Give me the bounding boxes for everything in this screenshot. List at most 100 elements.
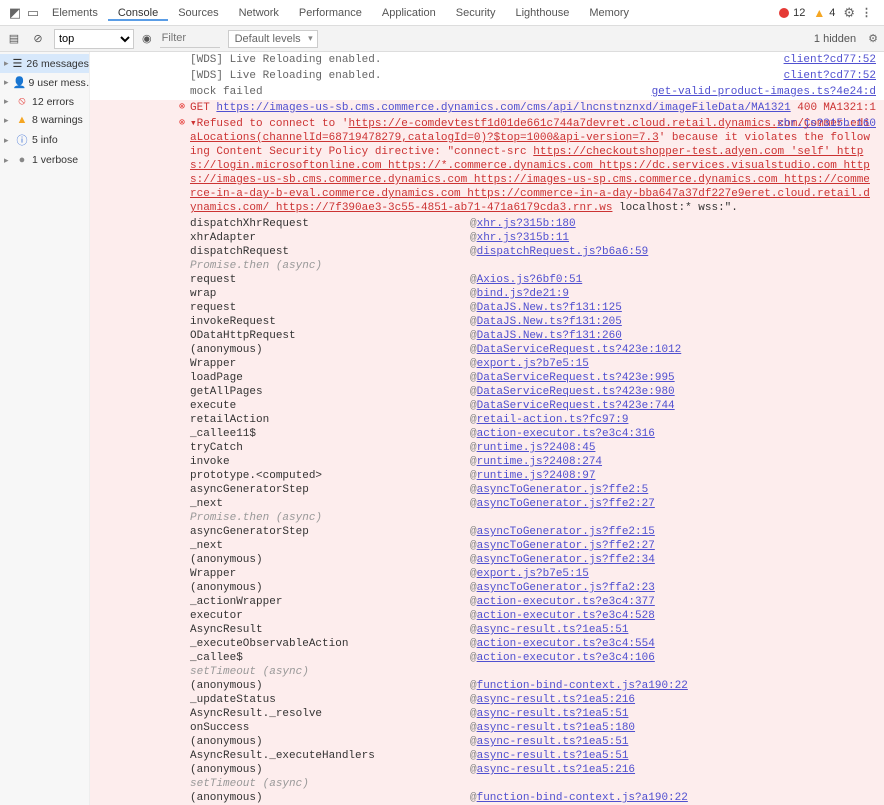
device-icon[interactable]: ▭ bbox=[24, 5, 42, 21]
csp-error-row: ⊗ xhr.js?315b:160 ▾Refused to connect to… bbox=[90, 116, 884, 216]
stack-frame: _callee$@ action-executor.ts?e3c4:106 bbox=[90, 651, 876, 665]
stack-location-link[interactable]: retail-action.ts?fc97:9 bbox=[477, 414, 629, 426]
stack-location-link[interactable]: async-result.ts?1ea5:51 bbox=[477, 750, 629, 762]
tab-memory[interactable]: Memory bbox=[579, 7, 639, 19]
tab-elements[interactable]: Elements bbox=[42, 7, 108, 19]
sidebar-item[interactable]: ▸⦸12 errors bbox=[0, 92, 89, 111]
source-link[interactable]: xhr.js?315b:160 bbox=[777, 117, 876, 131]
stack-location-link[interactable]: bind.js?de21:9 bbox=[477, 288, 569, 300]
tab-application[interactable]: Application bbox=[372, 7, 446, 19]
stack-location-link[interactable]: xhr.js?315b:11 bbox=[477, 232, 569, 244]
stack-function: AsyncResult._executeHandlers bbox=[190, 749, 470, 763]
toggle-sidebar-icon[interactable]: ▤ bbox=[6, 32, 22, 45]
stack-frame: Promise.then (async) bbox=[90, 511, 876, 525]
stack-location-link[interactable]: async-result.ts?1ea5:216 bbox=[477, 694, 635, 706]
stack-location-link[interactable]: DataServiceRequest.ts?423e:980 bbox=[477, 386, 675, 398]
sidebar-item[interactable]: ▸ⓘ5 info bbox=[0, 129, 89, 151]
stack-frame: retailAction@ retail-action.ts?fc97:9 bbox=[90, 413, 876, 427]
stack-location-link[interactable]: asyncToGenerator.js?ffe2:27 bbox=[477, 498, 655, 510]
tab-console[interactable]: Console bbox=[108, 7, 168, 21]
sidebar-item[interactable]: ▸👤9 user mess… bbox=[0, 73, 89, 92]
tab-security[interactable]: Security bbox=[446, 7, 506, 19]
tab-lighthouse[interactable]: Lighthouse bbox=[505, 7, 579, 19]
settings-gear-icon[interactable]: ⚙ bbox=[843, 5, 855, 21]
source-link[interactable]: client?cd77:52 bbox=[784, 69, 876, 83]
stack-location-link[interactable]: async-result.ts?1ea5:51 bbox=[477, 708, 629, 720]
live-expression-icon[interactable]: ◉ bbox=[142, 32, 152, 45]
stack-frame: _executeObservableAction@ action-executo… bbox=[90, 637, 876, 651]
context-select[interactable]: top bbox=[54, 29, 134, 49]
stack-location-link[interactable]: DataJS.New.ts?f131:205 bbox=[477, 316, 622, 328]
stack-location-link[interactable]: async-result.ts?1ea5:51 bbox=[477, 736, 629, 748]
at-symbol: @ bbox=[470, 623, 477, 637]
stack-location-link[interactable]: asyncToGenerator.js?ffa2:23 bbox=[477, 582, 655, 594]
stack-location-link[interactable]: Axios.js?6bf0:51 bbox=[477, 274, 583, 286]
warning-triangle-icon: ▲ bbox=[813, 6, 825, 20]
console-row: mock failedget-valid-product-images.ts?4… bbox=[90, 84, 884, 100]
stack-location-link[interactable]: function-bind-context.js?a190:22 bbox=[477, 680, 688, 692]
stack-location-link[interactable]: asyncToGenerator.js?ffe2:34 bbox=[477, 554, 655, 566]
source-link[interactable]: get-valid-product-images.ts?4e24:d bbox=[652, 85, 876, 99]
stack-location-link[interactable]: dispatchRequest.js?b6a6:59 bbox=[477, 246, 649, 258]
stack-location-link[interactable]: export.js?b7e5:15 bbox=[477, 568, 589, 580]
sidebar-item[interactable]: ▸●1 verbose bbox=[0, 151, 89, 169]
more-menu-icon[interactable]: ⋮ bbox=[855, 6, 878, 19]
console-settings-icon[interactable]: ⚙ bbox=[868, 32, 878, 45]
stack-location-link[interactable]: asyncToGenerator.js?ffe2:27 bbox=[477, 540, 655, 552]
stack-frame: xhrAdapter@ xhr.js?315b:11 bbox=[90, 231, 876, 245]
hidden-count[interactable]: 1 hidden bbox=[814, 33, 860, 45]
tab-network[interactable]: Network bbox=[229, 7, 289, 19]
at-symbol: @ bbox=[470, 763, 477, 777]
sidebar-icon: ▲ bbox=[16, 114, 28, 126]
clear-console-icon[interactable]: ⊘ bbox=[30, 32, 46, 45]
inspect-icon[interactable]: ◩ bbox=[6, 5, 24, 21]
error-count-badge[interactable]: 12 bbox=[779, 7, 805, 19]
stack-frame: (anonymous)@ DataServiceRequest.ts?423e:… bbox=[90, 343, 876, 357]
stack-location-link[interactable]: DataJS.New.ts?f131:260 bbox=[477, 330, 622, 342]
at-symbol: @ bbox=[470, 287, 477, 301]
stack-location-link[interactable]: async-result.ts?1ea5:216 bbox=[477, 764, 635, 776]
filter-input[interactable] bbox=[160, 30, 220, 48]
stack-location-link[interactable]: async-result.ts?1ea5:51 bbox=[477, 624, 629, 636]
stack-location-link[interactable]: async-result.ts?1ea5:180 bbox=[477, 722, 635, 734]
sidebar-icon: ● bbox=[16, 154, 28, 166]
tab-sources[interactable]: Sources bbox=[168, 7, 228, 19]
stack-function: wrap bbox=[190, 287, 470, 301]
stack-location-link[interactable]: action-executor.ts?e3c4:316 bbox=[477, 428, 655, 440]
stack-location-link[interactable]: xhr.js?315b:180 bbox=[477, 218, 576, 230]
stack-location-link[interactable]: action-executor.ts?e3c4:106 bbox=[477, 652, 655, 664]
source-link[interactable]: client?cd77:52 bbox=[784, 53, 876, 67]
log-levels-dropdown[interactable]: Default levels bbox=[228, 30, 318, 48]
stack-location-link[interactable]: DataServiceRequest.ts?423e:1012 bbox=[477, 344, 682, 356]
stack-location-link[interactable]: action-executor.ts?e3c4:554 bbox=[477, 638, 655, 650]
at-symbol: @ bbox=[470, 567, 477, 581]
stack-function: asyncGeneratorStep bbox=[190, 483, 470, 497]
stack-location-link[interactable]: DataServiceRequest.ts?423e:995 bbox=[477, 372, 675, 384]
stack-location-link[interactable]: asyncToGenerator.js?ffe2:5 bbox=[477, 484, 649, 496]
stack-location-link[interactable]: asyncToGenerator.js?ffe2:15 bbox=[477, 526, 655, 538]
error-dot-icon bbox=[779, 8, 789, 18]
warning-count-badge[interactable]: ▲ 4 bbox=[813, 6, 835, 20]
at-symbol: @ bbox=[470, 315, 477, 329]
stack-location-link[interactable]: action-executor.ts?e3c4:377 bbox=[477, 596, 655, 608]
stack-location-link[interactable]: runtime.js?2408:274 bbox=[477, 456, 602, 468]
tab-performance[interactable]: Performance bbox=[289, 7, 372, 19]
disclosure-triangle-icon[interactable]: ▾ bbox=[190, 118, 197, 130]
sidebar-item[interactable]: ▸▲8 warnings bbox=[0, 111, 89, 129]
log-text: [WDS] Live Reloading enabled. bbox=[190, 70, 381, 82]
stack-frame: AsyncResult._resolve@ async-result.ts?1e… bbox=[90, 707, 876, 721]
stack-function: onSuccess bbox=[190, 721, 470, 735]
stack-location-link[interactable]: runtime.js?2408:97 bbox=[477, 470, 596, 482]
stack-location-link[interactable]: action-executor.ts?e3c4:528 bbox=[477, 610, 655, 622]
sidebar-item[interactable]: ▸☰26 messages bbox=[0, 54, 89, 73]
at-symbol: @ bbox=[470, 399, 477, 413]
stack-location-link[interactable]: function-bind-context.js?a190:22 bbox=[477, 792, 688, 804]
stack-frame: wrap@ bind.js?de21:9 bbox=[90, 287, 876, 301]
stack-location-link[interactable]: runtime.js?2408:45 bbox=[477, 442, 596, 454]
stack-location-link[interactable]: DataServiceRequest.ts?423e:744 bbox=[477, 400, 675, 412]
stack-location-link[interactable]: export.js?b7e5:15 bbox=[477, 358, 589, 370]
stack-function: Wrapper bbox=[190, 357, 470, 371]
at-symbol: @ bbox=[470, 217, 477, 231]
request-url-link[interactable]: https://images-us-sb.cms.commerce.dynami… bbox=[216, 102, 790, 114]
stack-location-link[interactable]: DataJS.New.ts?f131:125 bbox=[477, 302, 622, 314]
